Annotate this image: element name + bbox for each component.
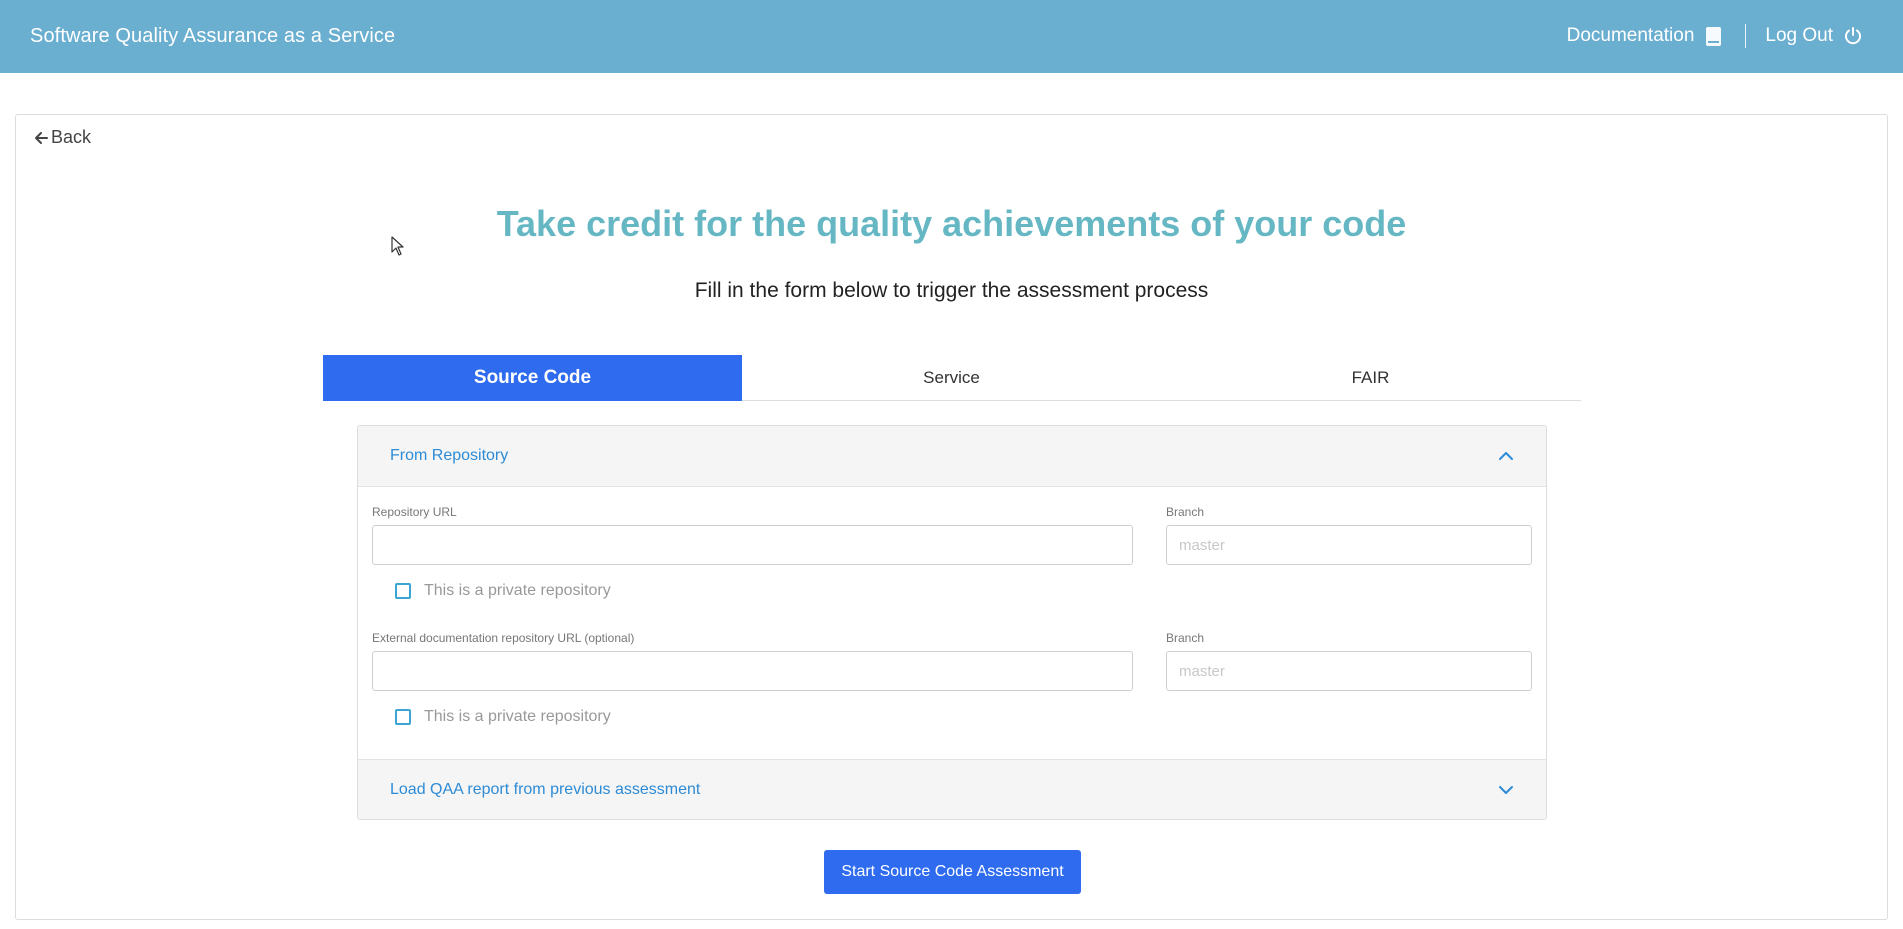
documentation-label: Documentation xyxy=(1566,25,1695,46)
page-subtitle: Fill in the form below to trigger the as… xyxy=(694,279,1209,302)
mouse-cursor-icon xyxy=(391,236,404,256)
tab-service[interactable]: Service xyxy=(742,355,1161,401)
start-assessment-button[interactable]: Start Source Code Assessment xyxy=(824,850,1081,894)
ext-private-repo-label: This is a private repository xyxy=(424,708,611,725)
repo-row: Repository URL Branch xyxy=(372,505,1532,565)
load-report-label: Load QAA report from previous assessment xyxy=(390,780,701,798)
page-title: Take credit for the quality achievements… xyxy=(496,203,1407,244)
repo-url-label: Repository URL xyxy=(372,505,457,519)
repo-url-group: Repository URL xyxy=(372,505,1133,565)
app-title: Software Quality Assurance as a Service xyxy=(30,25,396,47)
logout-label: Log Out xyxy=(1765,25,1833,46)
from-repository-label: From Repository xyxy=(390,447,509,464)
ext-branch-label: Branch xyxy=(1166,631,1205,645)
ext-doc-row: External documentation repository URL (o… xyxy=(372,631,1532,691)
back-link[interactable]: Back xyxy=(34,127,91,148)
documentation-link[interactable]: Documentation xyxy=(1567,25,1722,47)
ext-private-repo-checkbox[interactable] xyxy=(395,709,411,725)
navbar-divider xyxy=(1745,24,1747,48)
book-icon xyxy=(1706,26,1722,46)
private-repo-checkbox[interactable] xyxy=(395,583,411,599)
repo-url-input[interactable] xyxy=(372,525,1133,565)
assessment-tabs: Source Code Service FAIR xyxy=(323,355,1581,401)
tab-source-code[interactable]: Source Code xyxy=(323,355,742,401)
chevron-up-icon xyxy=(1499,452,1513,460)
back-label: Back xyxy=(51,127,92,147)
main-card: Back Take credit for the quality achieve… xyxy=(15,114,1888,920)
ext-doc-url-group: External documentation repository URL (o… xyxy=(372,631,1133,691)
source-accordion: From Repository Repository URL Branch Th… xyxy=(357,425,1547,820)
power-icon xyxy=(1845,27,1861,45)
branch-group: Branch xyxy=(1166,505,1532,565)
branch-input[interactable] xyxy=(1166,525,1532,565)
ext-doc-url-label: External documentation repository URL (o… xyxy=(372,631,635,645)
arrow-left-icon xyxy=(35,131,48,144)
navbar-actions: Documentation Log Out xyxy=(1567,24,1863,48)
ext-doc-url-input[interactable] xyxy=(372,651,1133,691)
ext-branch-input[interactable] xyxy=(1166,651,1532,691)
ext-branch-group: Branch xyxy=(1166,631,1532,691)
logout-link[interactable]: Log Out xyxy=(1765,25,1863,47)
ext-private-repo-option: This is a private repository xyxy=(395,705,1532,729)
tab-fair[interactable]: FAIR xyxy=(1161,355,1580,401)
chevron-down-icon xyxy=(1499,785,1513,794)
private-repo-label: This is a private repository xyxy=(424,582,611,599)
load-report-header[interactable]: Load QAA report from previous assessment xyxy=(358,759,1546,819)
top-navbar: Software Quality Assurance as a Service … xyxy=(0,0,1903,73)
from-repository-header[interactable]: From Repository xyxy=(358,426,1546,487)
branch-label: Branch xyxy=(1166,505,1205,519)
from-repository-body: Repository URL Branch This is a private … xyxy=(358,487,1546,759)
private-repo-option: This is a private repository xyxy=(395,579,1532,603)
